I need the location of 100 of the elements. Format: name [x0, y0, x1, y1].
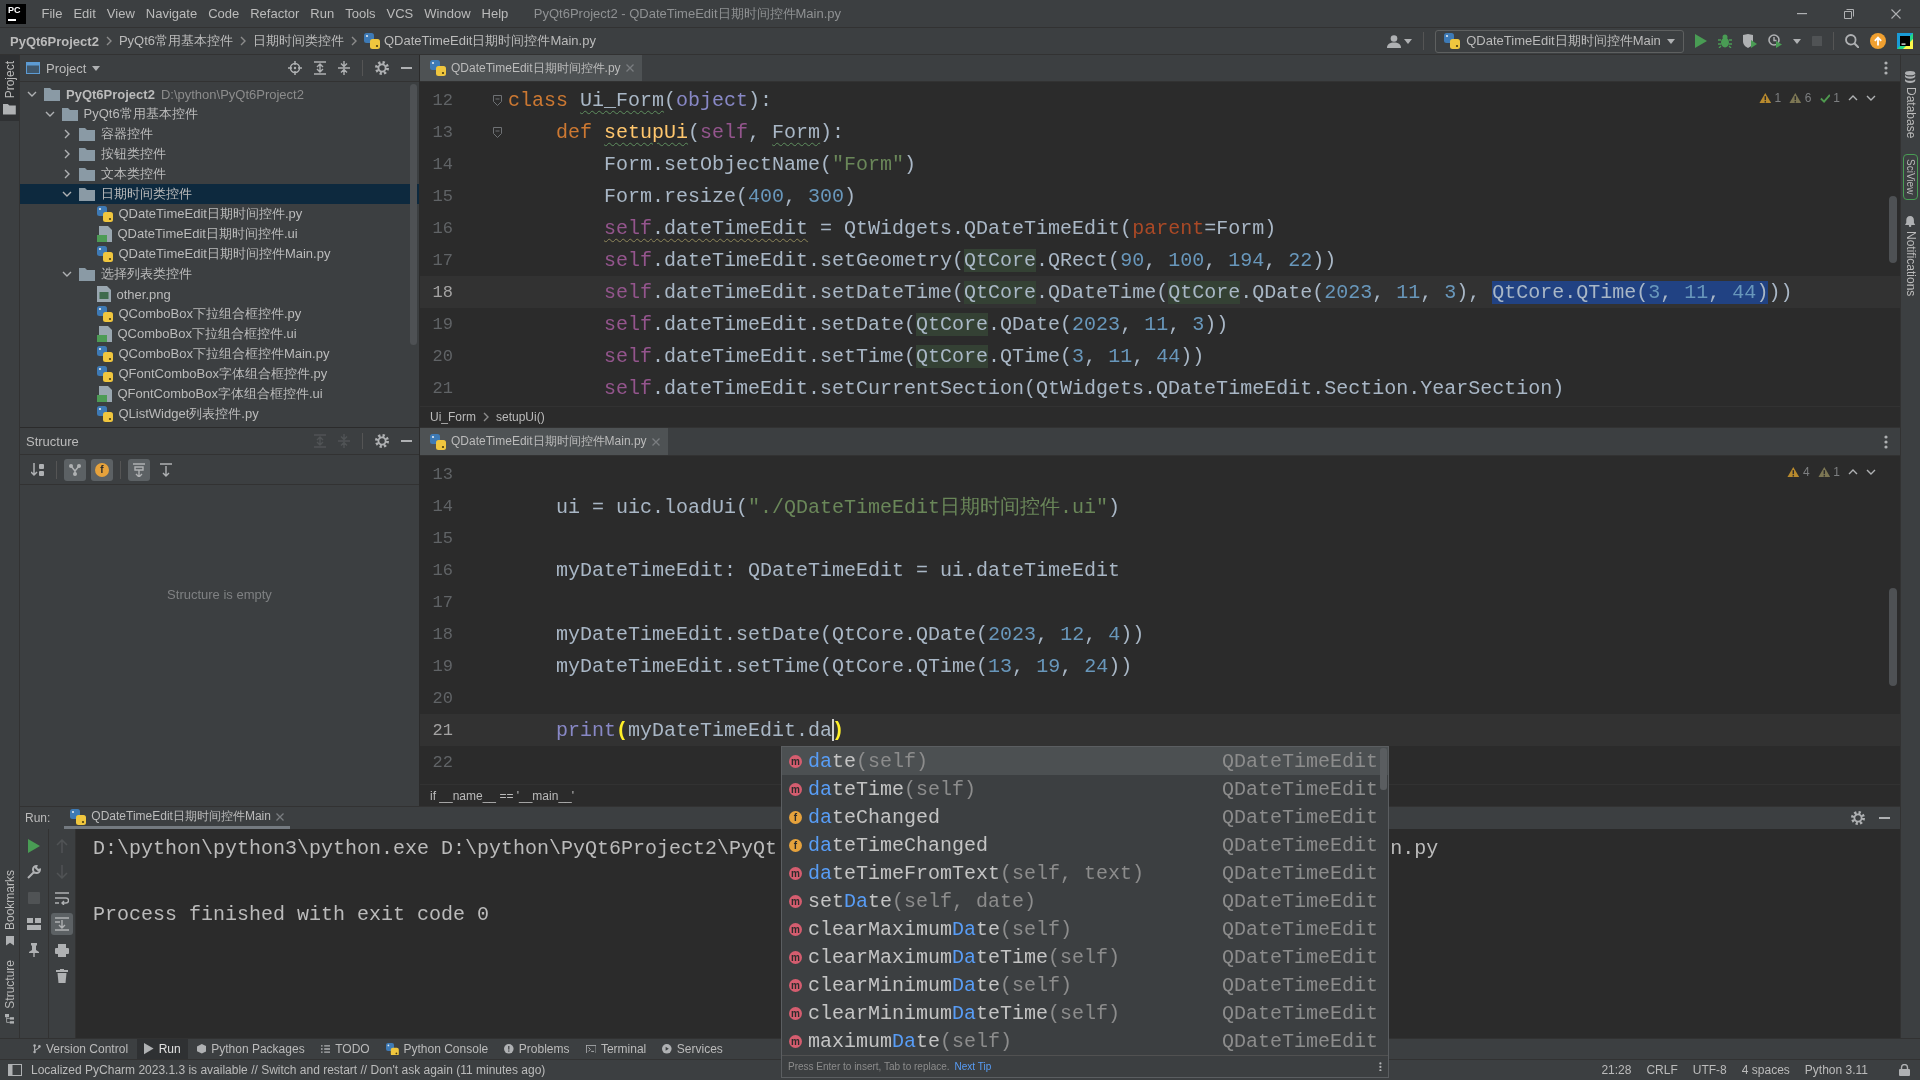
toggle-button[interactable] [64, 458, 86, 481]
editor-tab[interactable]: QDateTimeEdit日期时间控件Main.py [420, 428, 668, 455]
status-item[interactable]: CRLF [1646, 1063, 1678, 1077]
tree-item[interactable]: QFontComboBox字体组合框控件.ui [20, 384, 419, 404]
tree-item[interactable]: QDateTimeEdit日期时间控件.ui [20, 224, 419, 244]
completion-item[interactable]: m clearMaximumDateTime(self) QDateTimeEdit [782, 943, 1388, 971]
fold-marker-icon[interactable] [493, 126, 502, 138]
account-dropdown[interactable] [1387, 34, 1413, 48]
settings-icon[interactable] [375, 61, 389, 75]
tool-window-button[interactable]: Version Control [26, 1039, 136, 1059]
tool-window-tab[interactable]: Notifications [1903, 213, 1918, 299]
tree-item[interactable]: QComboBox下拉组合框控件.ui [20, 324, 419, 344]
scrollbar-thumb[interactable] [1889, 196, 1897, 263]
menu-item[interactable]: Edit [67, 6, 102, 21]
settings-icon[interactable] [375, 434, 389, 448]
completion-item[interactable]: m clearMaximumDate(self) QDateTimeEdit [782, 915, 1388, 943]
completion-item[interactable]: m date(self) QDateTimeEdit [782, 747, 1388, 775]
close-icon[interactable] [275, 812, 284, 821]
app-logo[interactable]: PC [6, 3, 26, 24]
settings-icon[interactable] [1851, 811, 1865, 825]
chevron-down-icon[interactable] [1866, 469, 1876, 475]
scrollbar-thumb[interactable] [410, 84, 417, 345]
tool-window-button[interactable]: Python Console [378, 1039, 496, 1059]
tree-item[interactable]: QComboBox下拉组合框控件Main.py [20, 344, 419, 364]
breadcrumb-item[interactable]: PyQt6常用基本控件 [118, 32, 233, 50]
tool-window-button[interactable]: Terminal [578, 1039, 654, 1059]
tree-item[interactable]: QFontComboBox字体组合框控件.py [20, 364, 419, 384]
completion-item[interactable]: m clearMinimumDate(self) QDateTimeEdit [782, 971, 1388, 999]
tool-window-tab[interactable]: Bookmarks [0, 864, 19, 952]
next-tip-link[interactable]: Next Tip [954, 1061, 992, 1072]
completion-item[interactable]: f dateTimeChanged QDateTimeEdit [782, 831, 1388, 859]
chevron-icon[interactable] [27, 91, 37, 97]
panel-toggle-icon[interactable] [8, 1064, 22, 1076]
restore-icon[interactable] [1844, 8, 1854, 19]
search-icon[interactable] [1845, 34, 1859, 48]
completion-item[interactable]: m clearMinimumDateTime(self) QDateTimeEdit [782, 999, 1388, 1027]
menu-item[interactable]: Window [418, 6, 477, 21]
tool-window-tab[interactable]: Structure [0, 953, 19, 1030]
menu-item[interactable]: Navigate [140, 6, 203, 21]
completion-item[interactable]: m maximumDate(self) QDateTimeEdit [782, 1027, 1388, 1055]
tool-window-button[interactable]: TODO [313, 1039, 377, 1059]
menu-item[interactable]: VCS [381, 6, 419, 21]
breadcrumb-item[interactable]: PyQt6Project2 [10, 33, 99, 49]
locate-icon[interactable] [288, 61, 302, 75]
menu-item[interactable]: Code [202, 6, 245, 21]
tool-window-tab[interactable]: Project [0, 55, 19, 121]
tree-item[interactable]: other.png [20, 284, 419, 304]
completion-item[interactable]: m setDate(self, date) QDateTimeEdit [782, 887, 1388, 915]
scrollbar-thumb[interactable] [1889, 588, 1897, 686]
menu-item[interactable]: Run [304, 6, 340, 21]
menu-item[interactable]: View [101, 6, 141, 21]
menu-item[interactable]: Help [476, 6, 514, 21]
tree-item[interactable]: PyQt6常用基本控件 [20, 104, 419, 124]
clock-play-icon[interactable] [1767, 34, 1782, 48]
editor-tab[interactable]: QDateTimeEdit日期时间控件.py [420, 55, 642, 81]
chevron-up-icon[interactable] [1848, 95, 1858, 101]
breadcrumb-item[interactable]: Ui_Form [430, 410, 476, 424]
chevron-icon[interactable] [64, 149, 70, 159]
tree-item[interactable]: QDateTimeEdit日期时间控件.py [20, 204, 419, 224]
toolbar-button[interactable] [51, 913, 73, 935]
tree-item[interactable]: PyQt6Project2 D:\python\PyQt6Project2 [20, 84, 419, 104]
more-icon[interactable] [1884, 61, 1888, 75]
completion-item[interactable]: m dateTimeFromText(self, text) QDateTimeEdit [782, 859, 1388, 887]
chevron-icon[interactable] [44, 111, 55, 117]
status-item[interactable]: 21:28 [1601, 1063, 1632, 1077]
toggle-button[interactable] [128, 458, 150, 481]
minimize-icon[interactable] [1797, 12, 1807, 15]
run-config-dropdown[interactable]: QDateTimeEdit日期时间控件Main [1435, 29, 1684, 53]
tree-item[interactable]: QListWidget列表控件.py [20, 404, 419, 424]
shield-play-icon[interactable] [1742, 34, 1757, 48]
bug-icon[interactable] [1717, 34, 1732, 48]
tree-item[interactable]: 按钮类控件 [20, 144, 419, 164]
chevron-icon[interactable] [64, 129, 70, 139]
scrollbar-thumb[interactable] [1380, 748, 1387, 790]
tree-item[interactable]: QComboBox下拉组合框控件.py [20, 304, 419, 324]
caret-icon[interactable] [1792, 38, 1801, 44]
tree-item[interactable]: QDateTimeEdit日期时间控件Main.py [20, 244, 419, 264]
menu-item[interactable]: File [36, 6, 68, 21]
chevron-icon[interactable] [62, 271, 72, 277]
tree-item[interactable]: 容器控件 [20, 124, 419, 144]
tree-item[interactable]: 文本类控件 [20, 164, 419, 184]
breadcrumb-item[interactable]: QDateTimeEdit日期时间控件Main.py [364, 32, 596, 50]
update-icon[interactable] [1870, 33, 1886, 49]
breadcrumb-item[interactable]: 日期时间类控件 [253, 32, 344, 50]
tool-window-button[interactable]: Services [655, 1039, 730, 1059]
collapse-all-icon[interactable] [338, 61, 350, 75]
status-item[interactable]: Python 3.11 [1804, 1063, 1868, 1077]
tool-window-button[interactable]: Python Packages [189, 1039, 312, 1059]
app-logo-icon[interactable] [1897, 33, 1913, 49]
run-icon[interactable] [1694, 34, 1707, 48]
chevron-icon[interactable] [62, 191, 72, 197]
tree-item[interactable]: 选择列表类控件 [20, 264, 419, 284]
tool-window-tab[interactable]: SciView [1903, 154, 1918, 200]
status-item[interactable]: UTF-8 [1692, 1063, 1727, 1077]
completion-item[interactable]: f dateChanged QDateTimeEdit [782, 803, 1388, 831]
expand-all-icon[interactable] [314, 61, 326, 75]
menu-item[interactable]: Refactor [244, 6, 305, 21]
breadcrumb-item[interactable]: if __name__ == '__main__' [430, 788, 575, 803]
close-icon[interactable] [1891, 8, 1901, 19]
tool-window-tab[interactable]: Database [1903, 69, 1918, 141]
